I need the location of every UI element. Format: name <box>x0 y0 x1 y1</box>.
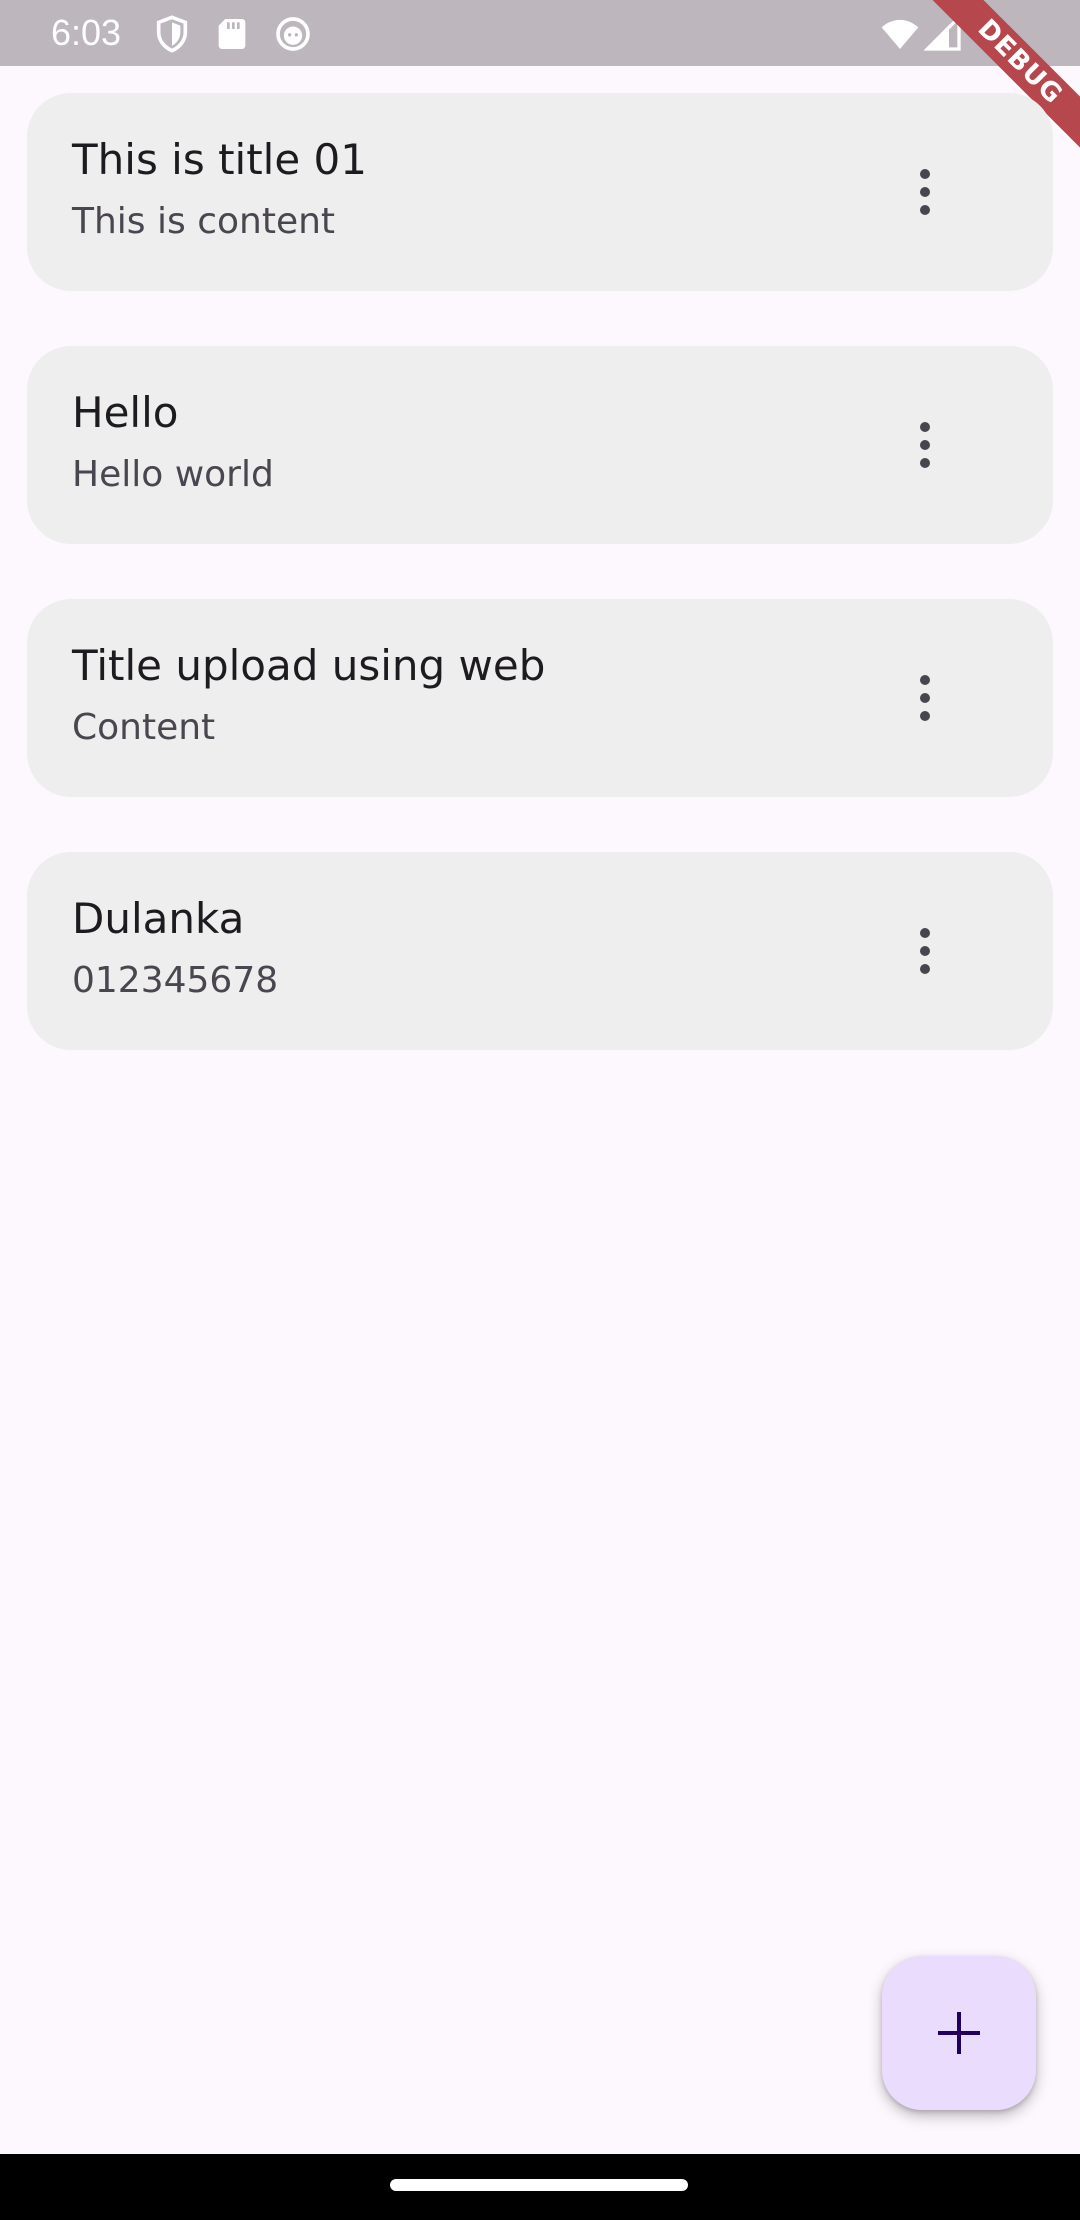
note-content: This is content <box>72 201 336 242</box>
more-options-button[interactable] <box>877 144 973 240</box>
note-content: Hello world <box>72 454 274 495</box>
note-card[interactable]: Title upload using web Content <box>27 599 1053 797</box>
add-note-button[interactable] <box>882 1956 1036 2110</box>
note-title: This is title 01 <box>72 135 367 184</box>
note-content: Content <box>72 707 216 748</box>
wifi-icon <box>880 14 920 54</box>
more-vert-icon <box>920 675 930 721</box>
cell-signal-icon <box>924 14 964 54</box>
android-face-icon <box>273 14 313 54</box>
more-vert-icon <box>920 928 930 974</box>
status-time: 6:03 <box>51 12 122 53</box>
note-title: Hello <box>72 388 179 437</box>
shield-icon <box>152 14 192 54</box>
note-card[interactable]: Dulanka 012345678 <box>27 852 1053 1050</box>
add-icon <box>938 2012 980 2054</box>
sd-card-icon <box>212 14 252 54</box>
more-vert-icon <box>920 169 930 215</box>
note-card[interactable]: This is title 01 This is content <box>27 93 1053 291</box>
battery-icon <box>970 14 1010 54</box>
navigation-bar <box>0 2154 1080 2220</box>
status-bar: 6:03 <box>0 0 1080 66</box>
note-title: Title upload using web <box>72 641 546 690</box>
home-indicator[interactable] <box>390 2179 688 2191</box>
more-vert-icon <box>920 422 930 468</box>
note-card[interactable]: Hello Hello world <box>27 346 1053 544</box>
note-title: Dulanka <box>72 894 245 943</box>
more-options-button[interactable] <box>877 903 973 999</box>
note-content: 012345678 <box>72 960 279 1001</box>
more-options-button[interactable] <box>877 397 973 493</box>
more-options-button[interactable] <box>877 650 973 746</box>
